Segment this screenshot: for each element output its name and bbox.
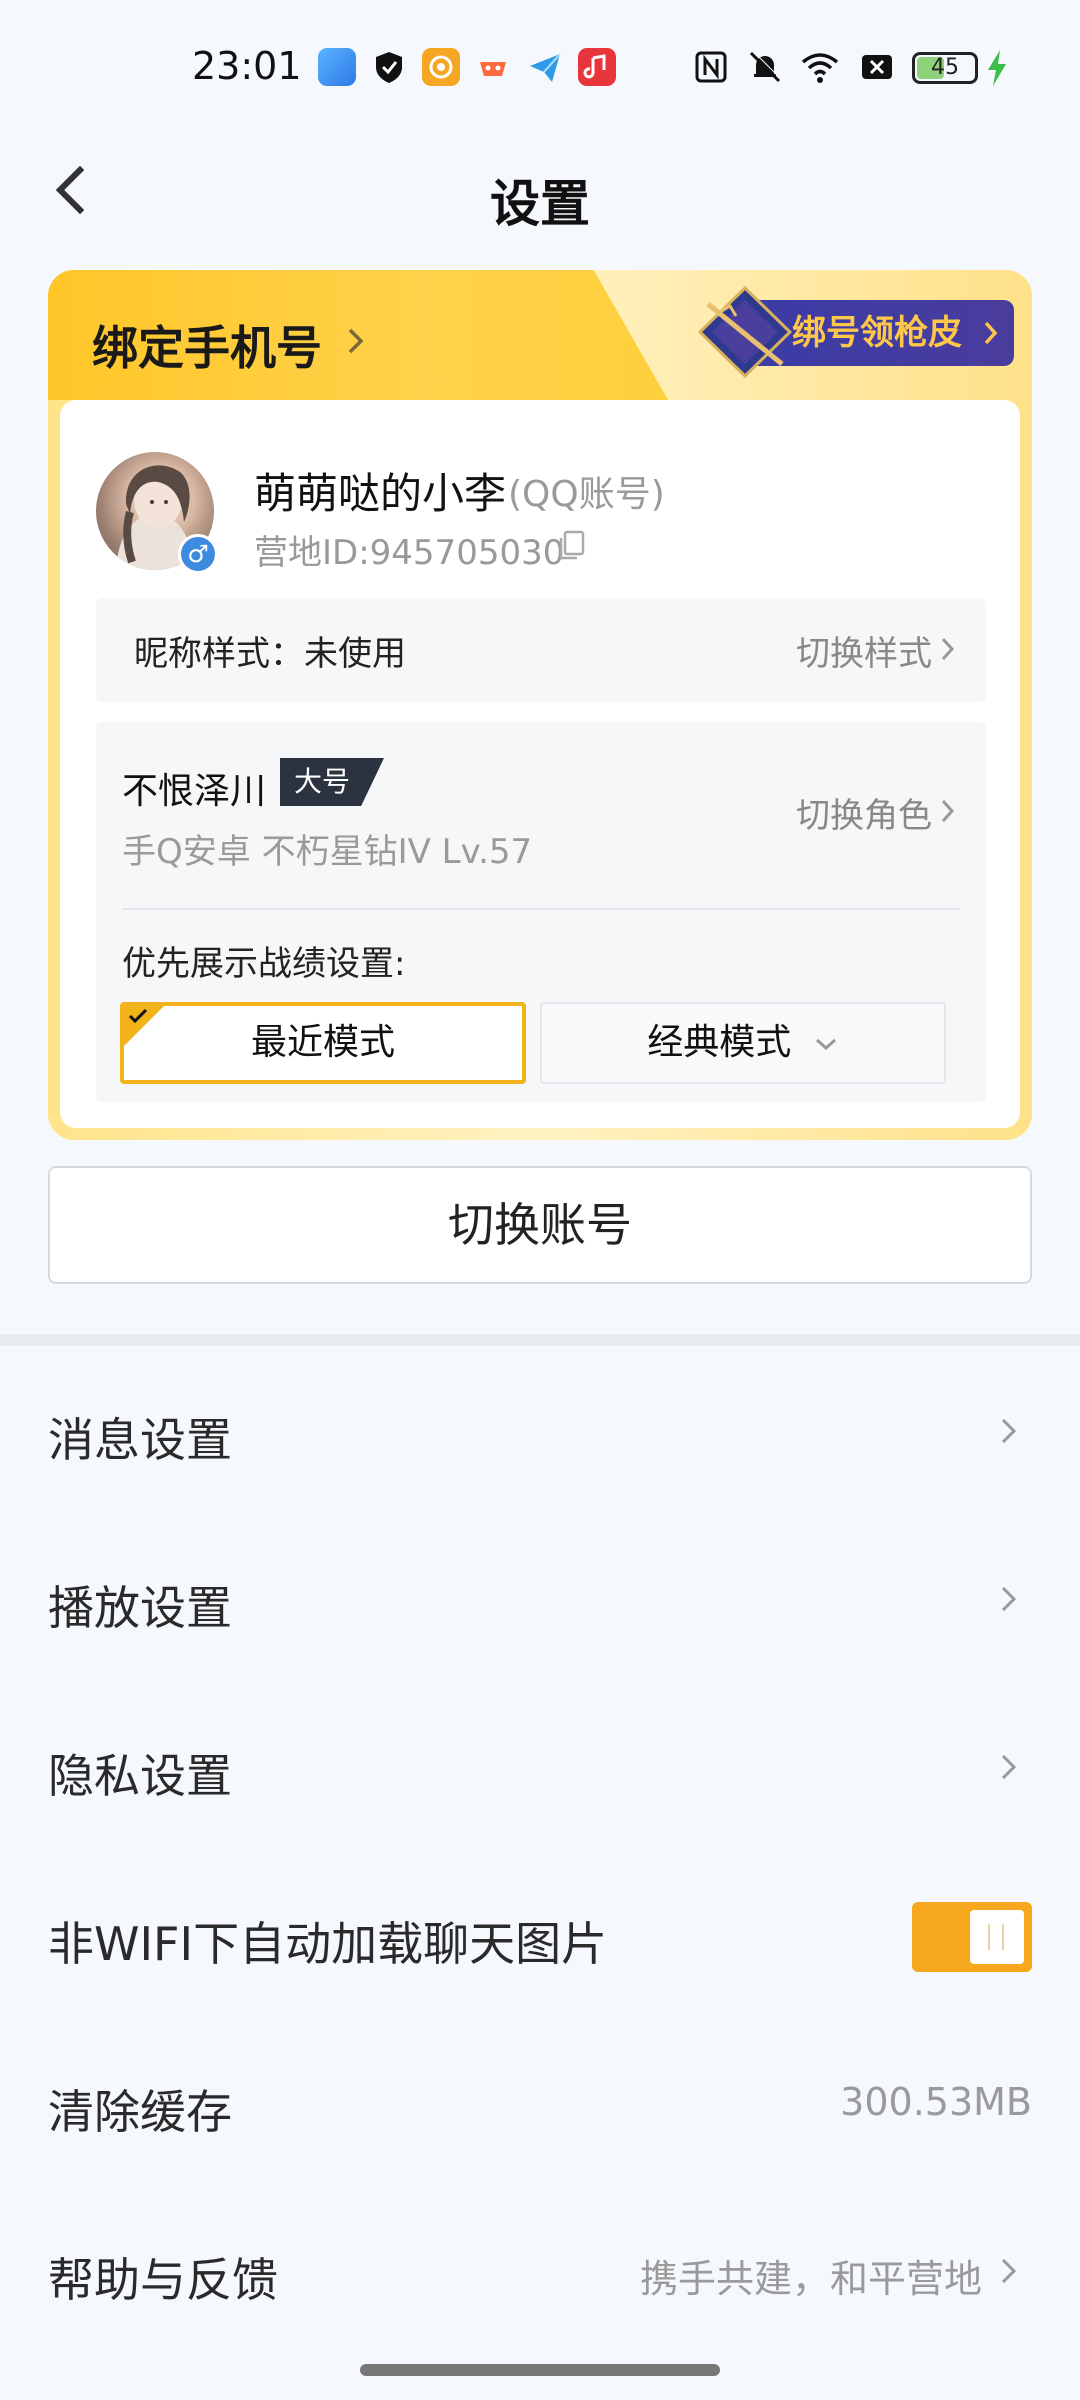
chevron-right-icon — [1001, 1754, 1017, 1780]
bind-phone-link[interactable]: 绑定手机号 — [92, 312, 322, 378]
auto-load-images-toggle[interactable] — [912, 1902, 1032, 1972]
settings-row-playback[interactable]: 播放设置 — [0, 1514, 1080, 1682]
sim-off-icon — [858, 48, 896, 86]
home-indicator[interactable] — [360, 2364, 720, 2376]
chevron-down-icon — [815, 1038, 836, 1051]
divider — [122, 908, 960, 910]
battery-indicator: 45 — [912, 52, 978, 84]
settings-row-messages[interactable]: 消息设置 — [0, 1346, 1080, 1514]
page-title: 设置 — [490, 175, 590, 233]
controller-app-icon — [474, 48, 512, 86]
gender-male-icon: ♂ — [178, 534, 218, 574]
role-name: 不恨泽川 — [122, 771, 267, 812]
bell-mute-icon — [746, 48, 784, 86]
row-label: 非WIFI下自动加载聊天图片 — [48, 1917, 608, 1971]
settings-row-clear-cache[interactable]: 清除缓存 300.53MB — [0, 2018, 1080, 2186]
classic-mode-label: 经典模式 — [647, 1022, 792, 1063]
wifi-icon — [800, 48, 839, 86]
chevron-right-icon — [984, 321, 998, 345]
check-icon — [128, 1008, 148, 1024]
classic-mode-dropdown[interactable]: 经典模式 — [540, 1002, 946, 1084]
settings-row-auto-load-images: 非WIFI下自动加载聊天图片 — [0, 1850, 1080, 2018]
settings-row-privacy[interactable]: 隐私设置 — [0, 1682, 1080, 1850]
settings-row-help-feedback[interactable]: 帮助与反馈 携手共建，和平营地 — [0, 2186, 1080, 2354]
nfc-icon — [692, 48, 730, 86]
chevron-right-icon — [1001, 1586, 1017, 1612]
status-bar: 23:01 45 — [0, 0, 1080, 130]
row-label: 消息设置 — [48, 1413, 232, 1467]
chevron-right-icon — [1001, 2258, 1017, 2284]
row-label: 隐私设置 — [48, 1749, 232, 1803]
chevron-right-icon — [345, 322, 367, 360]
send-app-icon — [526, 48, 564, 86]
role-box: 不恨泽川 大号 手Q安卓 不朽星钻IV Lv.57 切换角色 优先展示战绩设置:… — [96, 722, 986, 1102]
bind-reward-label: 绑号领枪皮 — [792, 313, 962, 353]
nickname-style-row[interactable]: 昵称样式：未使用 切换样式 — [96, 598, 986, 702]
music-app-icon — [578, 48, 616, 86]
row-label: 清除缓存 — [48, 2085, 232, 2139]
help-feedback-hint: 携手共建，和平营地 — [639, 2257, 982, 2301]
chevron-right-icon — [938, 632, 958, 666]
recent-mode-label: 最近模式 — [250, 1022, 395, 1063]
role-meta: 手Q安卓 不朽星钻IV Lv.57 — [122, 832, 533, 872]
account-type: (QQ账号) — [508, 474, 665, 515]
switch-role-link[interactable]: 切换角色 — [796, 788, 932, 837]
nickname-style-label: 昵称样式：未使用 — [134, 634, 406, 674]
status-time: 23:01 — [192, 44, 302, 88]
shield-app-icon — [370, 48, 408, 86]
username: 萌萌哒的小李 — [254, 469, 507, 518]
switch-account-button[interactable]: 切换账号 — [48, 1166, 1032, 1284]
toggle-knob — [970, 1910, 1024, 1964]
gun-skin-icon — [690, 282, 800, 382]
camp-id: 营地ID:945705030 — [254, 533, 565, 573]
chevron-right-icon — [1001, 1418, 1017, 1444]
recent-mode-button[interactable]: 最近模式 — [120, 1002, 526, 1084]
game-app-icon — [422, 48, 460, 86]
gallery-icon — [318, 48, 356, 86]
section-divider — [0, 1334, 1080, 1346]
copy-icon[interactable] — [555, 528, 587, 562]
cache-size: 300.53MB — [840, 2080, 1032, 2124]
row-label: 帮助与反馈 — [48, 2253, 278, 2307]
row-label: 播放设置 — [48, 1581, 232, 1635]
header: 设置 — [0, 140, 1080, 240]
charging-icon — [986, 48, 1008, 88]
priority-label: 优先展示战绩设置: — [122, 944, 406, 984]
chevron-right-icon — [938, 794, 958, 828]
switch-style-link[interactable]: 切换样式 — [796, 626, 932, 675]
battery-level: 45 — [931, 55, 959, 80]
